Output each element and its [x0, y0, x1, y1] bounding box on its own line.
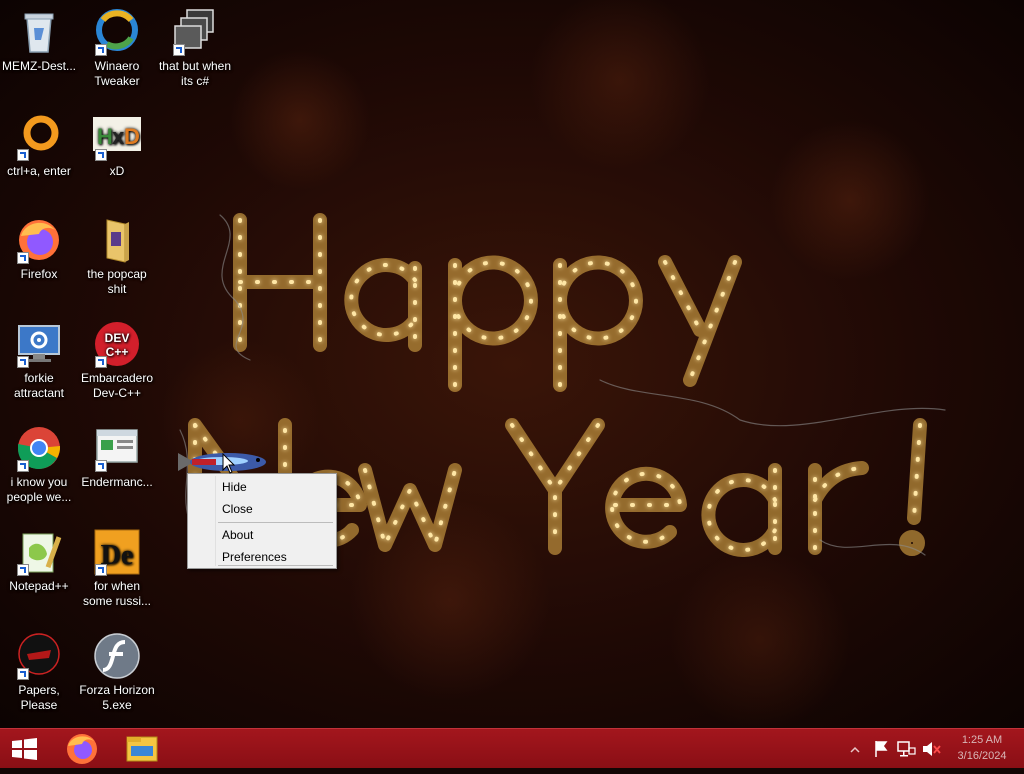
action-center-flag-icon — [875, 741, 888, 757]
desktop-icon-label: i know you people we... — [6, 475, 72, 504]
svg-text:C++: C++ — [106, 345, 129, 359]
desktop-icon-ctrl-a-enter[interactable]: ctrl+a, enter — [0, 113, 78, 179]
taskbar: 1:25 AM 3/16/2024 — [0, 728, 1024, 768]
shortcut-arrow-icon — [95, 149, 107, 161]
shortcut-arrow-icon — [17, 564, 29, 576]
desktop-icon-label: forkie attractant — [13, 371, 65, 400]
start-button[interactable] — [0, 729, 48, 769]
flash-icon — [94, 633, 140, 679]
svg-text:H: H — [97, 124, 113, 149]
desktop-icon-label: that but when its c# — [158, 59, 232, 88]
desktop-icon-xd[interactable]: H x D xD — [78, 113, 156, 179]
desktop-icon-label: for when some russi... — [82, 579, 151, 608]
desktop-icon-forkie-attractant[interactable]: forkie attractant — [0, 320, 78, 401]
tray-overflow-button[interactable] — [846, 729, 864, 769]
desktop-icon-label: Embarcadero Dev-C++ — [80, 371, 154, 400]
desktop-icon-embarcadero-devcpp[interactable]: DEV C++ Embarcadero Dev-C++ — [78, 320, 156, 401]
menu-separator — [218, 522, 333, 523]
taskbar-file-explorer[interactable] — [118, 729, 166, 769]
shortcut-arrow-icon — [17, 668, 29, 680]
desktop-icon-winaero-tweaker[interactable]: Winaero Tweaker — [78, 8, 156, 89]
desktop-icon-label: the popcap shit — [87, 267, 147, 296]
shortcut-arrow-icon — [17, 252, 29, 264]
tray-volume[interactable] — [920, 729, 942, 769]
start-icon — [12, 738, 37, 760]
desktop-icon-forza-horizon[interactable]: Forza Horizon 5.exe — [78, 632, 156, 713]
mouse-cursor-icon — [222, 453, 236, 474]
desktop-icon-label: Forza Horizon 5.exe — [79, 683, 155, 712]
desktop-icon-firefox[interactable]: Firefox — [0, 216, 78, 282]
desktop-icon-label: ctrl+a, enter — [7, 164, 71, 178]
folder-icon — [106, 219, 129, 263]
desktop[interactable]: MEMZ-Dest... ctrl+a, enter Firefox forki… — [0, 0, 1024, 728]
desktop-icon-label: Endermanc... — [81, 475, 153, 489]
desktop-icon-popcap-folder[interactable]: the popcap shit — [78, 216, 156, 297]
desktop-icon-label: Papers, Please — [18, 683, 60, 712]
desktop-icon-label: Notepad++ — [9, 579, 69, 593]
menu-item-preferences[interactable]: Preferences — [222, 547, 287, 567]
desktop-icon-label: xD — [109, 164, 125, 178]
shortcut-arrow-icon — [17, 460, 29, 472]
menu-item-hide[interactable]: Hide — [222, 477, 247, 497]
clock-date: 3/16/2024 — [957, 750, 1007, 762]
recycle-bin-icon — [24, 13, 54, 53]
desktop-icon-papers-please[interactable]: Papers, Please — [0, 632, 78, 713]
desktop-icon-that-but-when-its-csharp[interactable]: that but when its c# — [156, 8, 234, 89]
desktop-icon-chrome[interactable]: i know you people we... — [0, 424, 78, 505]
menu-item-about[interactable]: About — [222, 525, 253, 545]
desktop-icon-label: Firefox — [20, 267, 58, 281]
shortcut-arrow-icon — [95, 44, 107, 56]
taskbar-clock[interactable]: 1:25 AM 3/16/2024 — [952, 732, 1012, 764]
shortcut-arrow-icon — [95, 564, 107, 576]
svg-text:D: D — [124, 124, 140, 149]
svg-text:DEV: DEV — [105, 331, 130, 345]
shortcut-arrow-icon — [17, 149, 29, 161]
network-icon — [897, 741, 916, 757]
desktop-icon-label: Winaero Tweaker — [94, 59, 140, 88]
desktop-icon-label: MEMZ-Dest... — [2, 59, 76, 73]
chevron-up-icon — [850, 746, 860, 753]
clock-time: 1:25 AM — [961, 734, 1003, 746]
desktop-icon-memz-destructive[interactable]: MEMZ-Dest... — [0, 8, 78, 74]
menu-item-close[interactable]: Close — [222, 499, 253, 519]
file-explorer-icon — [126, 736, 158, 762]
fish-context-menu: Hide Close About Preferences — [187, 473, 337, 569]
menu-separator — [218, 565, 333, 566]
shortcut-arrow-icon — [95, 356, 107, 368]
shortcut-arrow-icon — [95, 460, 107, 472]
firefox-icon — [67, 734, 97, 764]
tray-network[interactable] — [895, 729, 917, 769]
desktop-icon-for-when-some-russi[interactable]: De for when some russi... — [78, 528, 156, 609]
tray-action-center[interactable] — [870, 729, 892, 769]
volume-muted-icon — [923, 742, 941, 756]
desktop-icon-notepadpp[interactable]: Notepad++ — [0, 528, 78, 594]
desktop-icon-endermanch[interactable]: Endermanc... — [78, 424, 156, 490]
taskbar-firefox[interactable] — [58, 729, 106, 769]
shortcut-arrow-icon — [17, 356, 29, 368]
shortcut-arrow-icon — [173, 44, 185, 56]
